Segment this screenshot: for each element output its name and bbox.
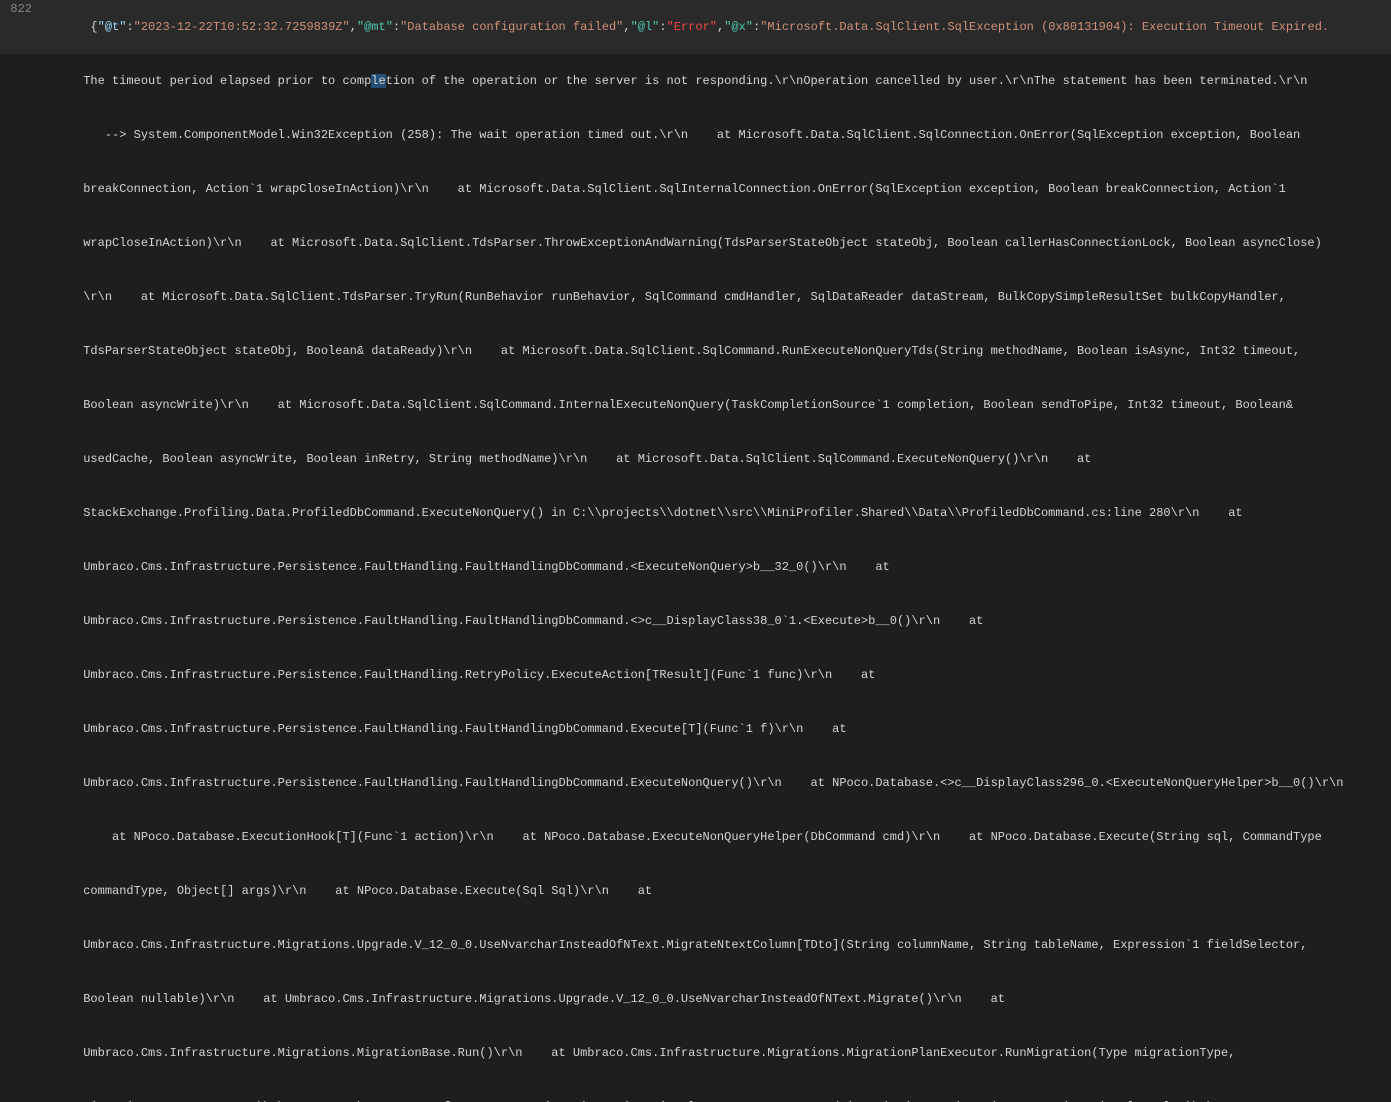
line-content-cont15: at NPoco.Database.ExecutionHook[T](Func`…: [40, 810, 1387, 864]
log-line-cont19: Umbraco.Cms.Infrastructure.Migrations.Mi…: [0, 1026, 1391, 1080]
line-number-cont8: [4, 432, 40, 486]
log-container: 822 {"@t":"2023-12-22T10:52:32.7259839Z"…: [0, 0, 1391, 1102]
line-number-cont2: [4, 108, 40, 162]
line-content-cont11: Umbraco.Cms.Infrastructure.Persistence.F…: [40, 594, 1387, 648]
line-content-cont1: The timeout period elapsed prior to comp…: [40, 54, 1387, 108]
line-number-cont7: [4, 378, 40, 432]
log-line-822: 822 {"@t":"2023-12-22T10:52:32.7259839Z"…: [0, 0, 1391, 54]
log-line-cont7: Boolean asyncWrite)\r\n at Microsoft.Dat…: [0, 378, 1391, 432]
line-number-cont17: [4, 918, 40, 972]
line-content-cont3: breakConnection, Action`1 wrapCloseInAct…: [40, 162, 1387, 216]
line-content-cont7: Boolean asyncWrite)\r\n at Microsoft.Dat…: [40, 378, 1387, 432]
line-content-cont10: Umbraco.Cms.Infrastructure.Persistence.F…: [40, 540, 1387, 594]
line-number-cont4: [4, 216, 40, 270]
line-content-822: {"@t":"2023-12-22T10:52:32.7259839Z","@m…: [40, 0, 1387, 54]
line-content-cont2: --> System.ComponentModel.Win32Exception…: [40, 108, 1387, 162]
line-content-cont16: commandType, Object[] args)\r\n at NPoco…: [40, 864, 1387, 918]
line-content-cont4: wrapCloseInAction)\r\n at Microsoft.Data…: [40, 216, 1387, 270]
line-number-cont19: [4, 1026, 40, 1080]
line-content-cont14: Umbraco.Cms.Infrastructure.Persistence.F…: [40, 756, 1387, 810]
line-number-cont3: [4, 162, 40, 216]
line-content-cont20: MigrationContext context)\r\n at Umbraco…: [40, 1080, 1387, 1102]
log-line-cont8: usedCache, Boolean asyncWrite, Boolean i…: [0, 432, 1391, 486]
line-content-cont8: usedCache, Boolean asyncWrite, Boolean i…: [40, 432, 1387, 486]
line-number-cont15: [4, 810, 40, 864]
log-line-cont3: breakConnection, Action`1 wrapCloseInAct…: [0, 162, 1391, 216]
log-line-cont5: \r\n at Microsoft.Data.SqlClient.TdsPars…: [0, 270, 1391, 324]
log-line-cont17: Umbraco.Cms.Infrastructure.Migrations.Up…: [0, 918, 1391, 972]
line-content-cont12: Umbraco.Cms.Infrastructure.Persistence.F…: [40, 648, 1387, 702]
log-line-cont20: MigrationContext context)\r\n at Umbraco…: [0, 1080, 1391, 1102]
line-number-cont16: [4, 864, 40, 918]
line-content-cont18: Boolean nullable)\r\n at Umbraco.Cms.Inf…: [40, 972, 1387, 1026]
line-content-cont17: Umbraco.Cms.Infrastructure.Migrations.Up…: [40, 918, 1387, 972]
log-line-cont2: --> System.ComponentModel.Win32Exception…: [0, 108, 1391, 162]
line-number-cont11: [4, 594, 40, 648]
line-number-cont20: [4, 1080, 40, 1102]
line-number-cont13: [4, 702, 40, 756]
line-number-cont14: [4, 756, 40, 810]
line-number-cont18: [4, 972, 40, 1026]
log-line-cont18: Boolean nullable)\r\n at Umbraco.Cms.Inf…: [0, 972, 1391, 1026]
log-line-cont11: Umbraco.Cms.Infrastructure.Persistence.F…: [0, 594, 1391, 648]
log-line-cont14: Umbraco.Cms.Infrastructure.Persistence.F…: [0, 756, 1391, 810]
log-line-cont6: TdsParserStateObject stateObj, Boolean& …: [0, 324, 1391, 378]
line-number-822: 822: [4, 0, 40, 54]
line-content-cont5: \r\n at Microsoft.Data.SqlClient.TdsPars…: [40, 270, 1387, 324]
log-line-cont12: Umbraco.Cms.Infrastructure.Persistence.F…: [0, 648, 1391, 702]
log-line-cont16: commandType, Object[] args)\r\n at NPoco…: [0, 864, 1391, 918]
line-number-cont9: [4, 486, 40, 540]
line-number-cont5: [4, 270, 40, 324]
log-line-cont1: The timeout period elapsed prior to comp…: [0, 54, 1391, 108]
log-line-cont10: Umbraco.Cms.Infrastructure.Persistence.F…: [0, 540, 1391, 594]
line-content-cont13: Umbraco.Cms.Infrastructure.Persistence.F…: [40, 702, 1387, 756]
log-line-cont13: Umbraco.Cms.Infrastructure.Persistence.F…: [0, 702, 1391, 756]
line-number-cont1: [4, 54, 40, 108]
log-line-cont15: at NPoco.Database.ExecutionHook[T](Func`…: [0, 810, 1391, 864]
line-content-cont6: TdsParserStateObject stateObj, Boolean& …: [40, 324, 1387, 378]
line-number-cont6: [4, 324, 40, 378]
line-number-cont12: [4, 648, 40, 702]
line-number-cont10: [4, 540, 40, 594]
line-content-cont19: Umbraco.Cms.Infrastructure.Migrations.Mi…: [40, 1026, 1387, 1080]
log-line-cont4: wrapCloseInAction)\r\n at Microsoft.Data…: [0, 216, 1391, 270]
line-content-cont9: StackExchange.Profiling.Data.ProfiledDbC…: [40, 486, 1387, 540]
log-line-cont9: StackExchange.Profiling.Data.ProfiledDbC…: [0, 486, 1391, 540]
